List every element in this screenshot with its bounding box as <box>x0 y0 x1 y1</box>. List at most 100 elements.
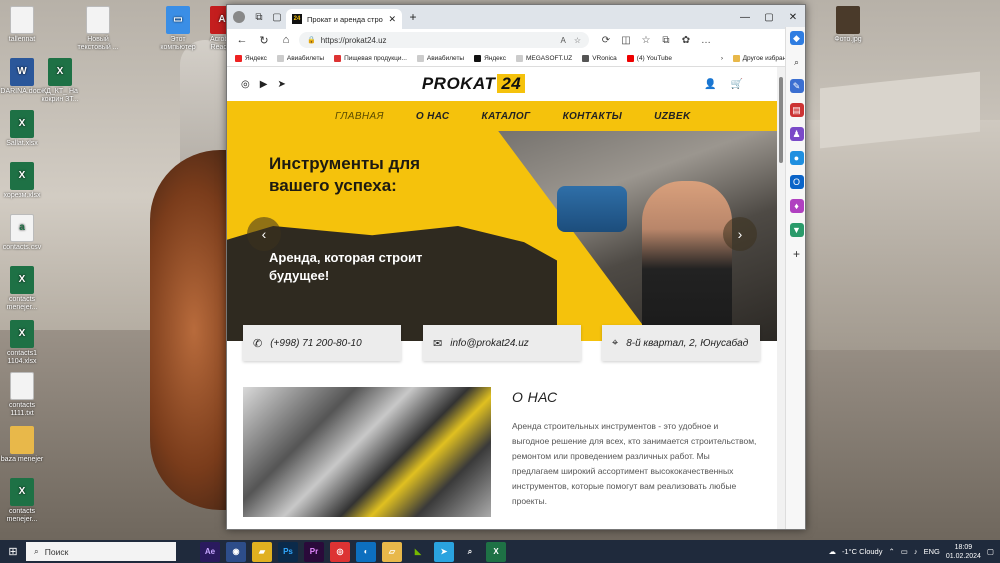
volume-icon[interactable]: ♪ <box>914 547 918 556</box>
xls-file-icon: X <box>10 320 34 348</box>
home-icon[interactable]: ⌂ <box>277 34 295 46</box>
telegram-icon[interactable]: ➤ <box>434 541 454 562</box>
nvidia-icon[interactable]: ◣ <box>408 541 428 562</box>
bookmark-item[interactable]: VRonica <box>582 55 617 62</box>
xls-file-icon: X <box>10 266 34 294</box>
desktop-icon[interactable]: ▭ Этот компьютер <box>156 6 200 52</box>
desktop-icon[interactable]: Новый текстовый ... <box>76 6 120 52</box>
network-icon[interactable]: ▭ <box>901 547 908 556</box>
new-tab-icon[interactable]: + <box>402 10 424 24</box>
nav-contacts[interactable]: КОНТАКТЫ <box>563 111 623 122</box>
bookmark-item[interactable]: Пищевая продукци... <box>334 55 407 62</box>
add-sidebar-icon[interactable]: + <box>790 247 804 261</box>
explorer-icon[interactable]: ▱ <box>382 541 402 562</box>
chrome-icon[interactable]: ◎ <box>330 541 350 562</box>
collections-icon[interactable]: ⧉ <box>659 35 673 46</box>
folder-icon[interactable]: ▰ <box>252 541 272 562</box>
bookmark-item[interactable]: (4) YouTube <box>626 55 672 62</box>
desktop-icon[interactable]: baza menejer <box>0 426 44 464</box>
copilot-icon[interactable]: ◆ <box>789 31 804 45</box>
photoshop-icon[interactable]: Ps <box>278 541 298 562</box>
taskbar-search[interactable]: ⌕ Поиск <box>26 542 176 561</box>
tools-icon[interactable]: ✎ <box>789 79 804 93</box>
browser-essentials-icon[interactable]: ⟳ <box>599 35 613 46</box>
desktop-icon[interactable]: Xcontacts1 1104.xlsx <box>0 320 44 366</box>
page-scrollbar[interactable] <box>777 67 785 529</box>
browser-tab[interactable]: 24 Прокат и аренда строительны... ✕ <box>286 9 402 29</box>
cart-icon[interactable]: 🛒 <box>731 79 743 90</box>
favorite-star-icon[interactable]: ☆ <box>574 36 581 45</box>
notifications-icon[interactable]: ▢ <box>987 547 994 556</box>
excel-icon[interactable]: X <box>486 541 506 562</box>
drop-icon[interactable]: ▼ <box>789 223 804 237</box>
refresh-icon[interactable]: ↻ <box>255 34 273 47</box>
outlook-icon[interactable]: O <box>789 175 804 189</box>
tab-actions-icon[interactable]: ▢ <box>268 12 286 23</box>
address-box[interactable]: ⌖ 8-й квартал, 2, Юнусабад <box>602 325 760 361</box>
shopping-icon[interactable]: ▤ <box>789 103 804 117</box>
profile-avatar[interactable] <box>233 11 245 23</box>
contacts-strip: ✆ (+998) 71 200-80-10 ✉ info@prokat24.uz… <box>227 325 777 381</box>
tray-expand-icon[interactable]: ⌃ <box>888 547 894 556</box>
designer-icon[interactable]: ♦ <box>789 199 804 213</box>
email-box[interactable]: ✉ info@prokat24.uz <box>423 325 581 361</box>
desktop-icon[interactable]: Xcontacts menejer... <box>0 266 44 312</box>
slider-prev-button[interactable]: ‹ <box>247 217 281 251</box>
url-field[interactable]: 🔒 https://prokat24.uz A ☆ <box>299 32 589 48</box>
hero-worker <box>642 181 732 341</box>
lang-indicator[interactable]: ENG <box>924 547 940 556</box>
desktop-icon[interactable]: X КД_КТ_ На кокрин ЗТ... <box>38 58 82 104</box>
back-icon[interactable]: ← <box>233 34 251 46</box>
nav-catalog[interactable]: КАТАЛОГ <box>482 111 531 122</box>
bookmark-item[interactable]: Яндекс <box>474 55 506 62</box>
weather-text[interactable]: -1°C Cloudy <box>842 547 883 556</box>
lock-icon[interactable]: 🔒 <box>307 36 316 44</box>
desktop-icon[interactable]: a contacts.csv <box>0 214 44 252</box>
read-aloud-icon[interactable]: A <box>560 36 565 45</box>
workspaces-icon[interactable]: ⧉ <box>250 12 268 23</box>
split-screen-icon[interactable]: ◫ <box>619 35 633 46</box>
nav-uzbek[interactable]: UZBEK <box>654 111 690 122</box>
favorites-icon[interactable]: ☆ <box>639 35 653 46</box>
scrollbar-thumb[interactable] <box>779 77 783 163</box>
search-icon[interactable]: ⌕ <box>790 55 804 69</box>
clock[interactable]: 18:09 01.02.2024 <box>946 543 981 561</box>
bookmark-item[interactable]: MEGASOFT.UZ <box>515 55 572 62</box>
desktop-icon[interactable]: Фото.jpg <box>826 6 870 44</box>
tab-close-icon[interactable]: ✕ <box>388 14 396 25</box>
desktop-icon-label: contacts 1111.txt <box>8 402 36 417</box>
extensions-icon[interactable]: ✿ <box>679 35 693 46</box>
after-effects-icon[interactable]: Ae <box>200 541 220 562</box>
site-header: ◎ ▶ ➤ PROKAT 24 👤 🛒 <box>227 67 777 101</box>
app-icon[interactable]: ◉ <box>226 541 246 562</box>
phone-box[interactable]: ✆ (+998) 71 200-80-10 <box>243 325 401 361</box>
close-icon[interactable]: ✕ <box>781 12 805 23</box>
slider-next-button[interactable]: › <box>723 217 757 251</box>
maximize-icon[interactable]: ▢ <box>757 12 781 23</box>
desktop-icon[interactable]: Xхорезм.xlsx <box>0 162 44 200</box>
microsoft365-icon[interactable]: ● <box>789 151 804 165</box>
user-icon[interactable]: 👤 <box>704 79 716 90</box>
site-logo[interactable]: PROKAT 24 <box>422 74 526 94</box>
premiere-icon[interactable]: Pr <box>304 541 324 562</box>
about-text: Аренда строительных инструментов - это у… <box>512 421 757 506</box>
edge-icon[interactable]: ◐ <box>356 541 376 562</box>
telegram-icon[interactable]: ➤ <box>277 79 285 90</box>
games-icon[interactable]: ♟ <box>789 127 804 141</box>
minimize-icon[interactable]: — <box>733 12 757 23</box>
desktop-icon[interactable]: contacts 1111.txt <box>0 372 44 418</box>
instagram-icon[interactable]: ◎ <box>241 79 250 90</box>
bookmark-item[interactable]: Авиабилеты <box>416 55 464 62</box>
bookmark-item[interactable]: Яндекс <box>235 55 267 62</box>
youtube-icon[interactable]: ▶ <box>260 79 268 90</box>
search-app-icon[interactable]: ⌕ <box>460 542 480 562</box>
bookmark-item[interactable]: Авиабилеты <box>276 55 324 62</box>
chevron-right-icon[interactable]: › <box>721 55 723 62</box>
windows-start-icon[interactable]: ⊞ <box>0 545 26 558</box>
desktop-icon[interactable]: Xcontacts menejer... <box>0 478 44 524</box>
nav-about[interactable]: О НАС <box>416 111 450 122</box>
nav-home[interactable]: ГЛАВНАЯ <box>335 111 384 122</box>
more-menu-icon[interactable]: … <box>699 35 713 46</box>
desktop-icon[interactable]: tallennat <box>0 6 44 44</box>
desktop-icon[interactable]: X Sallat.xlsx <box>0 110 44 148</box>
